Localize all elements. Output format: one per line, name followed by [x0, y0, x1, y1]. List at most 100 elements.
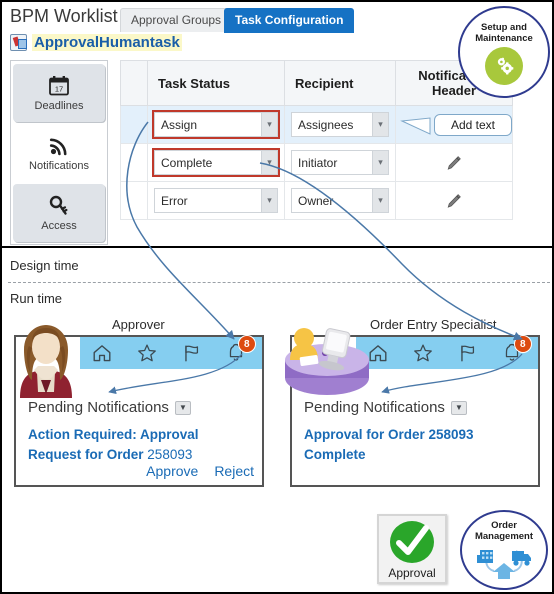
recipient-value: Owner: [291, 188, 372, 213]
svg-text:17: 17: [55, 85, 63, 94]
table-row[interactable]: Error ▾ Owner ▾: [120, 181, 552, 220]
task-status-value: Complete: [154, 150, 261, 175]
home-icon[interactable]: [91, 342, 113, 364]
sidebar-item-label: Deadlines: [34, 100, 84, 112]
row-selector-cell[interactable]: [120, 105, 148, 144]
pencil-icon[interactable]: [445, 192, 463, 210]
notification-order-number: 258093: [147, 447, 193, 462]
chevron-down-icon[interactable]: ▾: [261, 150, 278, 175]
notification-header-cell[interactable]: [395, 181, 513, 220]
sidebar-item-notifications[interactable]: Notifications: [13, 124, 105, 182]
task-status-select[interactable]: Assign ▾: [152, 110, 280, 139]
chevron-down-icon[interactable]: ▾: [261, 112, 278, 137]
order-management-label: Order Management: [474, 520, 534, 542]
task-name: ApprovalHumantask: [32, 34, 182, 51]
sidebar-item-deadlines[interactable]: 17 Deadlines: [13, 64, 105, 122]
notification-message[interactable]: Action Required: Approval Request for Or…: [28, 425, 254, 465]
sidebar-item-label: Notifications: [29, 160, 89, 172]
task-status-select[interactable]: Complete ▾: [152, 148, 280, 177]
flag-icon[interactable]: [180, 342, 202, 364]
table-col-recipient: Recipient: [284, 60, 396, 106]
row-selector-cell[interactable]: [120, 181, 148, 220]
app-title: BPM Worklist: [10, 6, 118, 26]
tab-approval-groups[interactable]: Approval Groups: [120, 8, 233, 32]
task-status-select[interactable]: Error ▾: [154, 188, 278, 213]
band-divider: [8, 282, 550, 283]
notification-badge-count: 8: [237, 335, 256, 353]
task-status-value: Assign: [154, 112, 261, 137]
task-status-cell[interactable]: Error ▾: [147, 181, 285, 220]
add-text-callout: Add text: [434, 114, 512, 136]
approval-tile-label: Approval: [388, 566, 436, 580]
role-label-approver: Approver: [112, 317, 165, 332]
row-selector-cell[interactable]: [120, 143, 148, 182]
approval-tile[interactable]: Approval: [377, 514, 447, 584]
row-tail: [512, 143, 552, 182]
table-row[interactable]: Complete ▾ Initiator ▾: [120, 143, 552, 182]
notification-badge-count: 8: [513, 335, 532, 353]
design-time-label: Design time: [10, 258, 79, 273]
rss-icon: [49, 138, 67, 156]
row-tail: [512, 105, 552, 144]
flag-icon[interactable]: [456, 342, 478, 364]
green-check-icon: [390, 521, 434, 563]
recipient-value: Initiator: [291, 150, 372, 175]
recipient-select[interactable]: Assignees ▾: [291, 112, 389, 137]
recipient-value: Assignees: [291, 112, 372, 137]
task-status-value: Error: [154, 188, 261, 213]
pending-notifications-header[interactable]: Pending Notifications ▼: [304, 399, 467, 416]
screenshot-frame: BPM Worklist Approval Groups Task Config…: [0, 0, 554, 594]
chevron-down-icon[interactable]: ▼: [174, 400, 191, 415]
supply-chain-icon: [477, 550, 531, 579]
recipient-cell[interactable]: Assignees ▾: [284, 105, 396, 144]
chevron-down-icon[interactable]: ▼: [450, 400, 467, 415]
task-header: ApprovalHumantask: [10, 34, 182, 51]
key-icon: [49, 195, 68, 215]
sidebar-item-access[interactable]: Access: [13, 184, 105, 242]
chevron-down-icon[interactable]: ▾: [261, 188, 278, 213]
card-toolbar: 8: [356, 335, 538, 369]
task-status-cell[interactable]: Assign ▾: [147, 105, 285, 144]
role-label-order-entry-specialist: Order Entry Specialist: [370, 317, 497, 332]
bell-icon-wrap[interactable]: 8: [501, 335, 532, 365]
notification-message[interactable]: Approval for Order 258093 Complete: [304, 425, 530, 465]
design-time-panel: BPM Worklist Approval Groups Task Config…: [2, 2, 552, 248]
recipient-cell[interactable]: Initiator ▾: [284, 143, 396, 182]
recipient-cell[interactable]: Owner ▾: [284, 181, 396, 220]
chevron-down-icon[interactable]: ▾: [372, 188, 389, 213]
setup-and-maintenance-badge[interactable]: Setup and Maintenance: [458, 6, 550, 98]
setup-and-maintenance-label: Setup and Maintenance: [475, 22, 533, 44]
table-col-spacer: [120, 60, 148, 106]
recipient-select[interactable]: Initiator ▾: [291, 150, 389, 175]
task-status-cell[interactable]: Complete ▾: [147, 143, 285, 182]
desk-person-avatar: [285, 328, 369, 395]
woman-avatar: [20, 325, 72, 398]
card-toolbar: 8: [80, 335, 262, 369]
calendar-icon: 17: [49, 76, 69, 96]
pending-notifications-header[interactable]: Pending Notifications ▼: [28, 399, 191, 416]
row-tail: [512, 181, 552, 220]
pencil-icon[interactable]: [445, 154, 463, 172]
notification-header-cell[interactable]: [395, 143, 513, 182]
pending-notifications-label: Pending Notifications: [28, 399, 169, 416]
notification-actions: Approve Reject: [146, 463, 254, 479]
left-tab-strip: 17 Deadlines Notifications Access: [10, 60, 108, 245]
gears-icon: [485, 47, 523, 85]
run-time-label: Run time: [10, 291, 63, 306]
sidebar-item-label: Access: [41, 220, 77, 232]
chevron-down-icon[interactable]: ▾: [372, 112, 389, 137]
chevron-down-icon[interactable]: ▾: [372, 150, 389, 175]
gears-glyph: [497, 57, 514, 75]
order-management-badge[interactable]: Order Management: [460, 510, 548, 590]
reject-link[interactable]: Reject: [214, 463, 254, 479]
approve-link[interactable]: Approve: [146, 463, 198, 479]
table-col-task-status: Task Status: [147, 60, 285, 106]
star-icon[interactable]: [412, 342, 434, 364]
star-icon[interactable]: [136, 342, 158, 364]
bell-icon-wrap[interactable]: 8: [225, 335, 256, 365]
recipient-select[interactable]: Owner ▾: [291, 188, 389, 213]
tab-task-configuration[interactable]: Task Configuration: [224, 8, 355, 33]
notification-message-text: Approval for Order 258093 Complete: [304, 427, 474, 462]
pending-notifications-label: Pending Notifications: [304, 399, 445, 416]
humantask-icon: [10, 34, 27, 51]
